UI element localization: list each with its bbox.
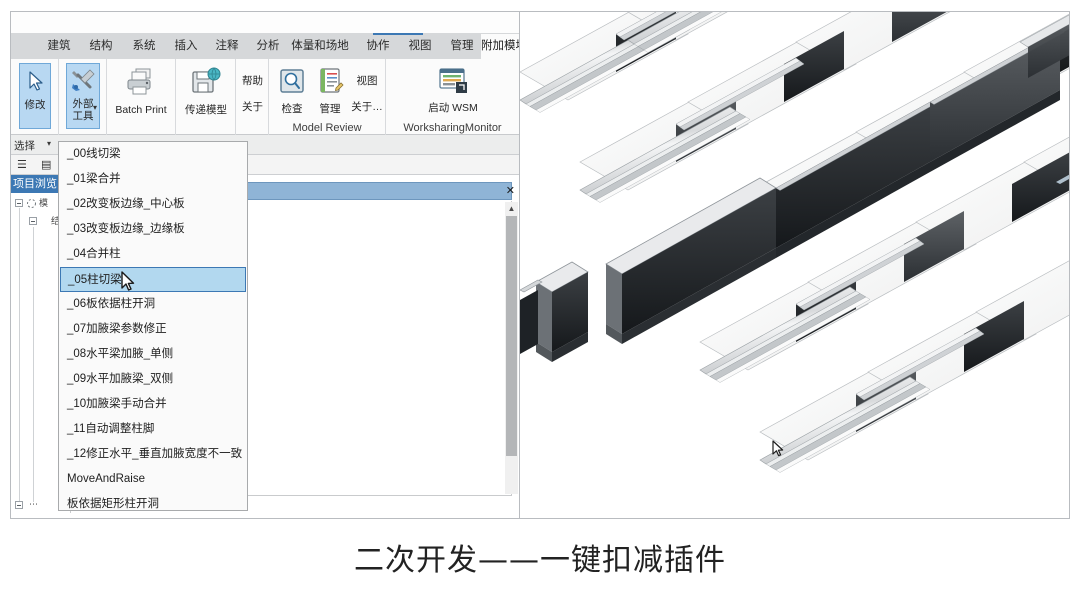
tab-accent-underline xyxy=(373,33,423,35)
help-button-label: 帮助 xyxy=(242,75,263,87)
chevron-down-icon[interactable]: ▾ xyxy=(47,139,51,148)
external-tools-button[interactable]: 外部 工具 ▾ xyxy=(66,63,100,129)
menu-item-07[interactable]: _07加腋梁参数修正 xyxy=(59,317,247,342)
ribbon-panel-worksharing-label: WorksharingMonitor xyxy=(403,122,502,134)
ribbon-panel-area: Model Review WorksharingMonitor 修改 外部 工具… xyxy=(11,59,519,135)
slide-root: ••• 建筑 结构 系统 插入 注释 分析 体量和场地 协作 视图 管理 附加模… xyxy=(0,0,1080,594)
menu-item-08[interactable]: _08水平梁加腋_单侧 xyxy=(59,342,247,367)
menu-item-00[interactable]: _00线切梁 xyxy=(59,142,247,167)
tab-architecture[interactable]: 建筑 xyxy=(39,34,79,59)
check-button[interactable]: 检查 xyxy=(273,67,311,115)
tab-massing-site[interactable]: 体量和场地 xyxy=(286,34,354,59)
tab-systems[interactable]: 系统 xyxy=(124,34,164,59)
vertical-scrollbar[interactable]: ▲ xyxy=(505,202,518,494)
tab-structure[interactable]: 结构 xyxy=(81,34,121,59)
tree-expander-1[interactable] xyxy=(15,199,23,207)
mouse-cursor-menu-icon xyxy=(121,271,135,291)
window-monitor-icon xyxy=(413,67,493,100)
tree-connector-1 xyxy=(19,208,20,230)
scrollbar-thumb[interactable] xyxy=(506,216,517,456)
transmit-model-button[interactable]: 传递模型 xyxy=(181,67,231,116)
save-globe-icon xyxy=(181,67,231,102)
menu-item-05[interactable]: _05柱切梁 xyxy=(60,267,246,292)
tab-view[interactable]: 视图 xyxy=(400,34,440,59)
select-label: 选择 xyxy=(14,140,35,152)
close-icon[interactable]: ✕ xyxy=(506,184,515,198)
view-about-button[interactable]: 视图 关于… xyxy=(349,75,385,113)
manage-button-label: 管理 xyxy=(319,103,341,115)
menu-item-01[interactable]: _01梁合并 xyxy=(59,167,247,192)
about-button-label: 关于 xyxy=(242,101,263,113)
modify-button-label: 修改 xyxy=(24,99,46,111)
menu-item-10[interactable]: _10加腋梁手动合并 xyxy=(59,392,247,417)
quick-access-toolbar xyxy=(11,12,519,34)
printer-icon xyxy=(110,67,172,102)
slide-caption: 二次开发——一键扣减插件 xyxy=(354,543,726,578)
external-tools-dropdown-menu[interactable]: _00线切梁 _01梁合并 _02改变板边缘_中心板 _03改变板边缘_边缘板 … xyxy=(58,141,248,511)
chevron-down-icon[interactable]: ▾ xyxy=(93,103,97,112)
menu-item-12[interactable]: _12修正水平_垂直加腋宽度不一致 xyxy=(59,442,247,467)
launch-wsm-button[interactable]: 启动 WSM xyxy=(413,67,493,114)
list-edit-icon xyxy=(311,67,349,100)
tree-expander-3[interactable] xyxy=(15,501,23,509)
cursor-arrow-icon xyxy=(20,70,50,97)
tree-connector-2 xyxy=(19,230,20,502)
tab-annotate[interactable]: 注释 xyxy=(207,34,247,59)
modify-button[interactable]: 修改 xyxy=(19,63,51,129)
tab-manage[interactable]: 管理 xyxy=(442,34,482,59)
tree-node-label-1[interactable]: 模 xyxy=(39,196,48,209)
wrench-hammer-icon xyxy=(67,68,99,97)
tab-insert[interactable]: 插入 xyxy=(166,34,206,59)
revit-application-window: ••• 建筑 结构 系统 插入 注释 分析 体量和场地 协作 视图 管理 附加模… xyxy=(10,11,1070,519)
menu-item-06[interactable]: _06板依据柱开洞 xyxy=(59,292,247,317)
tab-analyze[interactable]: 分析 xyxy=(248,34,288,59)
menu-item-rect-column-opening[interactable]: 板依据矩形柱开洞 xyxy=(59,492,247,517)
structural-framing-drawing xyxy=(520,12,1069,518)
batch-print-button[interactable]: Batch Print xyxy=(110,67,172,116)
magnifier-box-icon xyxy=(273,67,311,100)
tree-node-label-3[interactable]: ⋯ xyxy=(29,499,38,510)
menu-item-04[interactable]: _04合并柱 xyxy=(59,242,247,267)
tree-expander-2[interactable] xyxy=(29,217,37,225)
scroll-up-icon[interactable]: ▲ xyxy=(505,202,518,215)
menu-item-02[interactable]: _02改变板边缘_中心板 xyxy=(59,192,247,217)
launch-wsm-button-label: 启动 WSM xyxy=(428,102,478,114)
menu-item-03[interactable]: _03改变板边缘_边缘板 xyxy=(59,217,247,242)
tab-collaborate[interactable]: 协作 xyxy=(358,34,398,59)
properties-icon[interactable]: ▤ xyxy=(41,158,51,171)
3d-structural-model-view[interactable] xyxy=(519,12,1069,518)
view-button-label: 视图 xyxy=(356,75,378,87)
check-button-label: 检查 xyxy=(281,103,303,115)
batch-print-button-label: Batch Print xyxy=(115,104,167,116)
view-about-button-label: 关于… xyxy=(351,101,383,113)
transmit-model-button-label: 传递模型 xyxy=(185,104,227,116)
menu-item-09[interactable]: _09水平加腋梁_双侧 xyxy=(59,367,247,392)
view-symbol-icon xyxy=(27,199,36,208)
manage-button[interactable]: 管理 xyxy=(311,67,349,115)
ribbon-panel-model-review-label: Model Review xyxy=(292,122,362,134)
list-view-icon[interactable]: ☰ xyxy=(17,158,27,171)
menu-item-move-and-raise[interactable]: MoveAndRaise xyxy=(59,467,247,492)
menu-item-11[interactable]: _11自动调整柱脚 xyxy=(59,417,247,442)
help-about-button[interactable]: 帮助 关于 xyxy=(239,75,266,113)
tree-connector-3 xyxy=(33,227,34,502)
ribbon-tab-bar: ••• 建筑 结构 系统 插入 注释 分析 体量和场地 协作 视图 管理 附加模… xyxy=(11,34,527,72)
